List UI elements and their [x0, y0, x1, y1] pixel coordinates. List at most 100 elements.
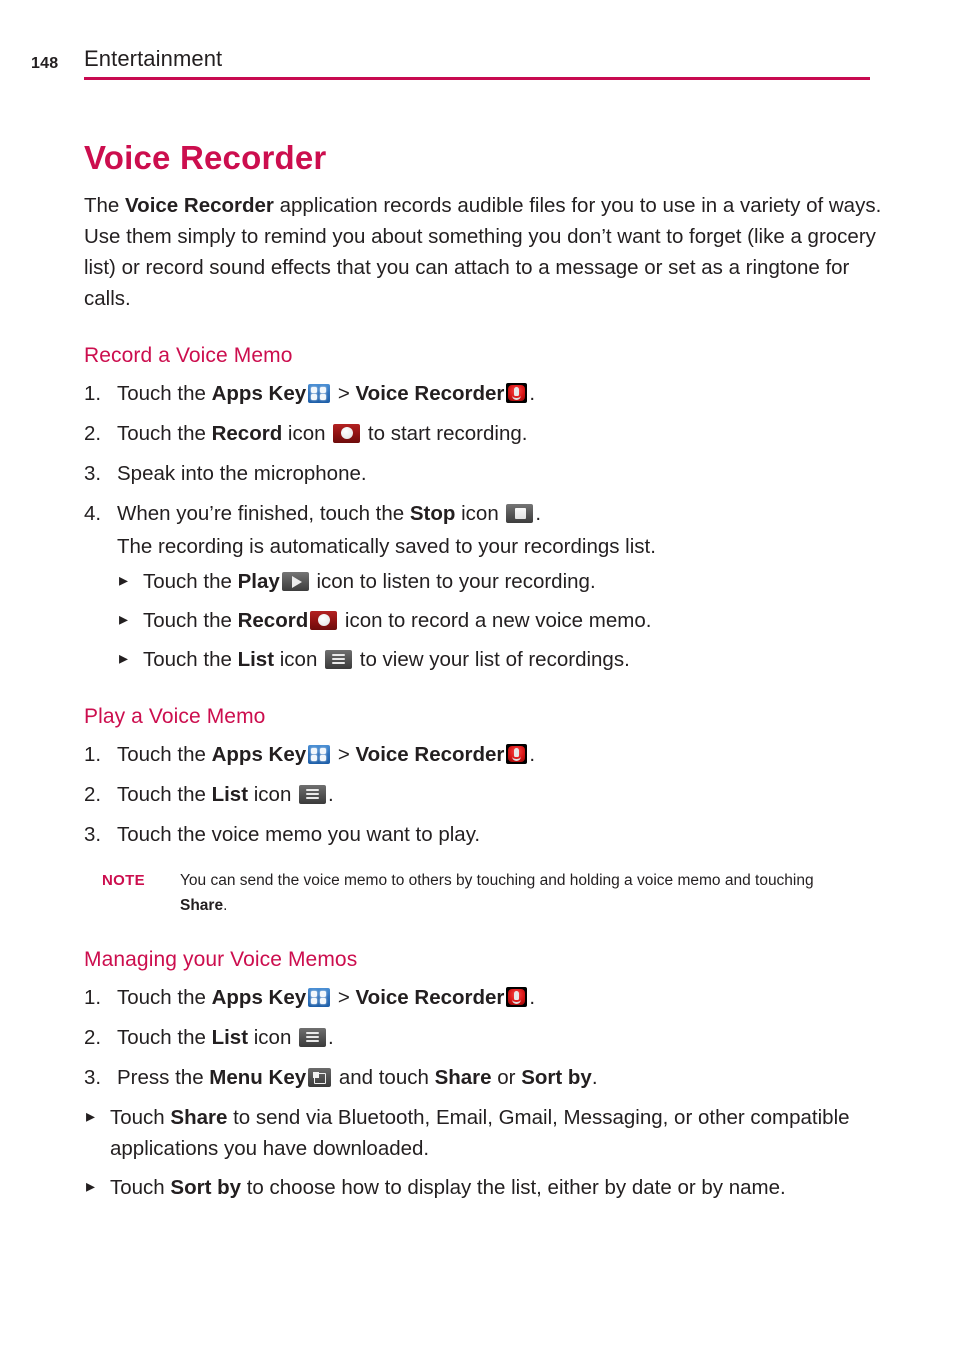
voice-recorder-label: Voice Recorder	[355, 382, 505, 406]
page-number: 148	[31, 55, 59, 72]
step-text-period: .	[328, 783, 334, 807]
list-icon[interactable]	[299, 1028, 327, 1048]
step-play-2: 2. Touch the List icon .	[84, 779, 884, 810]
step-number: 2.	[84, 422, 102, 446]
list-icon[interactable]	[299, 785, 327, 805]
record-sub-bullets: Touch the Play icon to listen to your re…	[117, 565, 884, 675]
play-label: Play	[237, 570, 280, 594]
stop-icon[interactable]	[506, 504, 534, 524]
bullet-share: Touch Share to send via Bluetooth, Email…	[84, 1101, 884, 1164]
record-icon[interactable]	[310, 611, 338, 631]
step-text-icon-word: icon	[248, 783, 298, 807]
note-block: NOTE You can send the voice memo to othe…	[84, 868, 852, 918]
bullet-text-pre: Touch the	[143, 648, 238, 672]
step-managing-1: 1. Touch the Apps Key > Voice Recorder.	[84, 982, 884, 1013]
section-heading-managing: Managing your Voice Memos	[84, 948, 358, 972]
step-text: Touch the	[117, 382, 212, 406]
step-text: Press the	[117, 1066, 210, 1090]
step-substep-text: The recording is automatically saved to …	[117, 535, 656, 559]
steps-record: 1. Touch the Apps Key > Voice Recorder. 2…	[84, 378, 884, 675]
bullet-text-post: to view your list of recordings.	[354, 648, 630, 672]
stop-label: Stop	[409, 502, 456, 526]
step-number: 3.	[84, 1066, 102, 1090]
bullet-text-post: icon to record a new voice memo.	[339, 609, 652, 633]
record-icon[interactable]	[333, 424, 361, 444]
step-text: Touch the	[117, 743, 212, 767]
bullet-record: Touch the Record icon to record a new vo…	[117, 604, 884, 636]
intro-text-1: The	[84, 194, 126, 218]
page-header: 148 Entertainment	[0, 46, 954, 86]
step-number: 2.	[84, 783, 102, 807]
record-label: Record	[237, 609, 309, 633]
apps-key-icon[interactable]	[308, 988, 331, 1008]
apps-key-label: Apps Key	[211, 743, 307, 767]
bullet-text-post: to choose how to display the list, eithe…	[241, 1176, 786, 1200]
apps-key-label: Apps Key	[211, 986, 307, 1010]
step-record-4: 4. When you’re finished, touch the Stop i…	[84, 498, 884, 675]
bullet-icon-word: icon	[274, 648, 324, 672]
step-text-tail: to start recording.	[362, 422, 528, 446]
step-text: Touch the	[117, 783, 212, 807]
step-text-gt: >	[332, 986, 356, 1010]
apps-key-label: Apps Key	[211, 382, 307, 406]
apps-key-icon[interactable]	[308, 745, 331, 765]
step-text-period: .	[529, 986, 536, 1010]
step-text-gt: >	[332, 382, 356, 406]
intro-bold-term: Voice Recorder	[125, 194, 274, 218]
step-text-period: .	[529, 382, 536, 406]
step-text: Touch the	[117, 422, 212, 446]
section-heading-play: Play a Voice Memo	[84, 705, 266, 729]
bullet-sort-by: Touch Sort by to choose how to display t…	[84, 1171, 884, 1203]
record-label: Record	[211, 422, 283, 446]
step-text-gt: >	[332, 743, 356, 767]
step-play-1: 1. Touch the Apps Key > Voice Recorder.	[84, 739, 884, 770]
note-body: You can send the voice memo to others by…	[180, 868, 852, 918]
list-label: List	[211, 1026, 249, 1050]
bullet-text-pre: Touch	[110, 1176, 171, 1200]
step-number: 1.	[84, 382, 102, 406]
apps-key-icon[interactable]	[308, 384, 331, 404]
bullet-text-post: icon to listen to your recording.	[310, 570, 596, 594]
list-icon[interactable]	[325, 650, 353, 670]
step-number: 3.	[84, 823, 102, 847]
step-text-period: .	[591, 1066, 598, 1090]
note-label: NOTE	[102, 872, 145, 890]
step-number: 4.	[84, 502, 102, 526]
step-text-and-touch: and touch	[333, 1066, 435, 1090]
voice-recorder-icon[interactable]	[506, 383, 528, 404]
voice-recorder-icon[interactable]	[506, 744, 528, 765]
menu-key-icon[interactable]	[308, 1068, 332, 1088]
page-content: Voice Recorder The Voice Recorder applic…	[84, 139, 884, 1211]
chapter-title: Entertainment	[84, 46, 223, 71]
managing-bullets: Touch Share to send via Bluetooth, Email…	[84, 1101, 884, 1203]
note-text-1: You can send the voice memo to others by…	[180, 872, 814, 890]
step-text: Touch the	[117, 1026, 212, 1050]
step-play-3: 3. Touch the voice memo you want to play.	[84, 819, 884, 850]
header-divider	[84, 77, 870, 80]
step-number: 3.	[84, 462, 102, 486]
voice-recorder-label: Voice Recorder	[355, 743, 505, 767]
bullet-text-pre: Touch the	[143, 570, 238, 594]
note-text-2: .	[223, 897, 228, 915]
share-label: Share	[434, 1066, 492, 1090]
bullet-text-pre: Touch	[110, 1106, 171, 1130]
step-managing-3: 3. Press the Menu Key and touch Share or …	[84, 1062, 884, 1093]
sort-by-label: Sort by	[521, 1066, 592, 1090]
step-number: 2.	[84, 1026, 102, 1050]
step-text-period: .	[529, 743, 536, 767]
step-managing-2: 2. Touch the List icon .	[84, 1022, 884, 1053]
steps-managing: 1. Touch the Apps Key > Voice Recorder. 2…	[84, 982, 884, 1093]
play-icon[interactable]	[281, 572, 309, 592]
sort-by-label: Sort by	[170, 1176, 242, 1200]
note-bold-term: Share	[180, 897, 224, 915]
voice-recorder-label: Voice Recorder	[355, 986, 505, 1010]
share-label: Share	[170, 1106, 228, 1130]
list-label: List	[237, 648, 275, 672]
voice-recorder-icon[interactable]	[506, 987, 528, 1008]
menu-key-label: Menu Key	[209, 1066, 307, 1090]
section-heading-record: Record a Voice Memo	[84, 344, 293, 368]
step-number: 1.	[84, 986, 102, 1010]
step-text: Touch the	[117, 986, 212, 1010]
step-text-icon-word: icon	[282, 422, 332, 446]
step-record-3: 3. Speak into the microphone.	[84, 458, 884, 489]
